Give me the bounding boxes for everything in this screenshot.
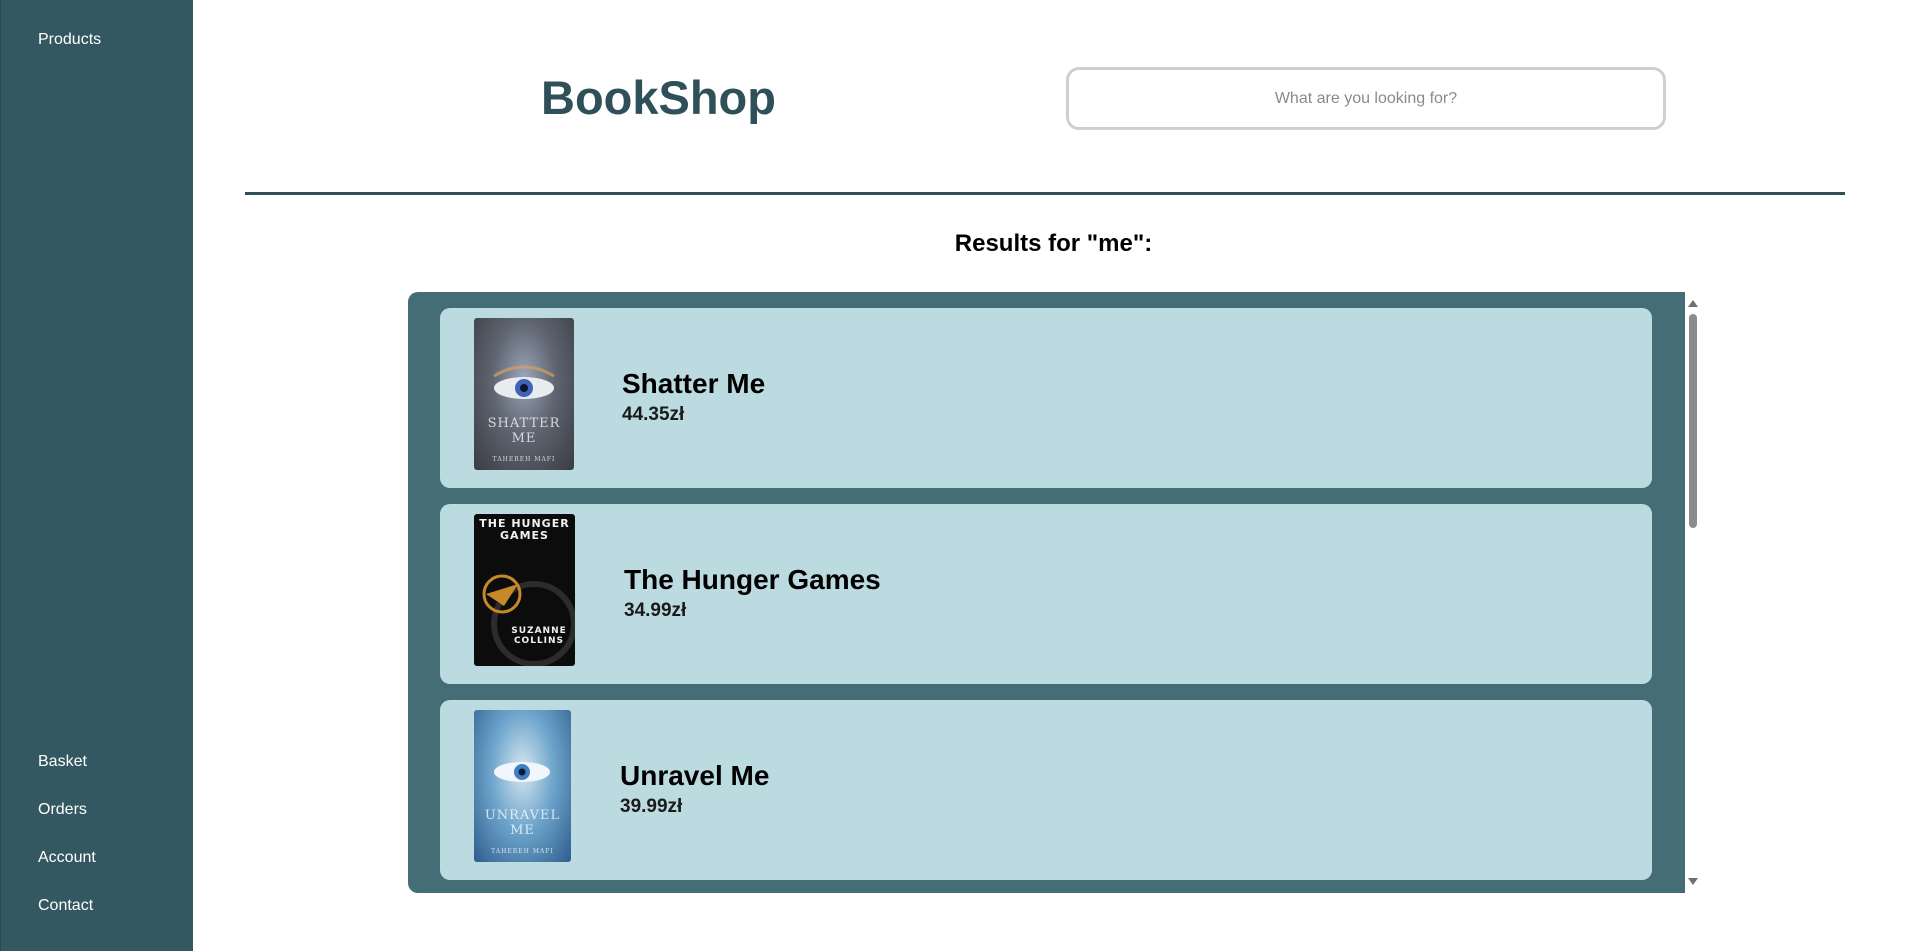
book-cover-image[interactable]: SHATTER ME TAHEREH MAFI xyxy=(474,318,574,470)
book-price: 39.99zł xyxy=(620,796,683,817)
scroll-thumb[interactable] xyxy=(1689,314,1697,528)
scroll-up-arrow-icon[interactable] xyxy=(1688,300,1698,307)
cover-title-text: SHATTER ME xyxy=(487,416,561,446)
nav-orders-link[interactable]: Orders xyxy=(38,801,87,819)
header-divider xyxy=(245,192,1845,195)
book-price: 44.35zł xyxy=(622,404,685,425)
search-input[interactable] xyxy=(1066,67,1666,130)
nav-contact-link[interactable]: Contact xyxy=(38,897,93,915)
eye-cover-art xyxy=(494,762,550,782)
brand-logo-text[interactable]: BookShop xyxy=(541,70,776,125)
book-cover-image[interactable]: THE HUNGER GAMES SUZANNE COLLINS xyxy=(474,514,575,666)
scroll-down-arrow-icon[interactable] xyxy=(1688,878,1698,885)
cover-author-text: SUZANNE COLLINS xyxy=(511,626,567,646)
results-heading: Results for "me": xyxy=(954,230,1153,257)
result-card[interactable]: UNRAVEL ME TAHEREH MAFI Unravel Me 39.99… xyxy=(440,700,1652,880)
book-title[interactable]: The Hunger Games xyxy=(624,564,881,596)
cover-title-text: UNRAVEL ME xyxy=(484,808,561,838)
nav-account-link[interactable]: Account xyxy=(38,849,96,867)
results-scrollbar[interactable] xyxy=(1685,292,1702,893)
book-title[interactable]: Shatter Me xyxy=(622,368,765,400)
results-list[interactable]: SHATTER ME TAHEREH MAFI Shatter Me 44.35… xyxy=(408,292,1685,893)
sidebar: Products Basket Orders Account Contact xyxy=(0,0,193,951)
book-price: 34.99zł xyxy=(624,600,687,621)
eye-cover-art xyxy=(493,365,555,399)
nav-products-link[interactable]: Products xyxy=(38,31,101,49)
book-cover-image[interactable]: UNRAVEL ME TAHEREH MAFI xyxy=(474,710,571,862)
cover-author-text: TAHEREH MAFI xyxy=(492,456,556,463)
book-title[interactable]: Unravel Me xyxy=(620,760,769,792)
result-card[interactable]: SHATTER ME TAHEREH MAFI Shatter Me 44.35… xyxy=(440,308,1652,488)
cover-title-text: THE HUNGER GAMES xyxy=(479,517,570,542)
cover-author-text: TAHEREH MAFI xyxy=(491,848,554,855)
result-card[interactable]: THE HUNGER GAMES SUZANNE COLLINS The Hun… xyxy=(440,504,1652,684)
nav-basket-link[interactable]: Basket xyxy=(38,753,87,771)
